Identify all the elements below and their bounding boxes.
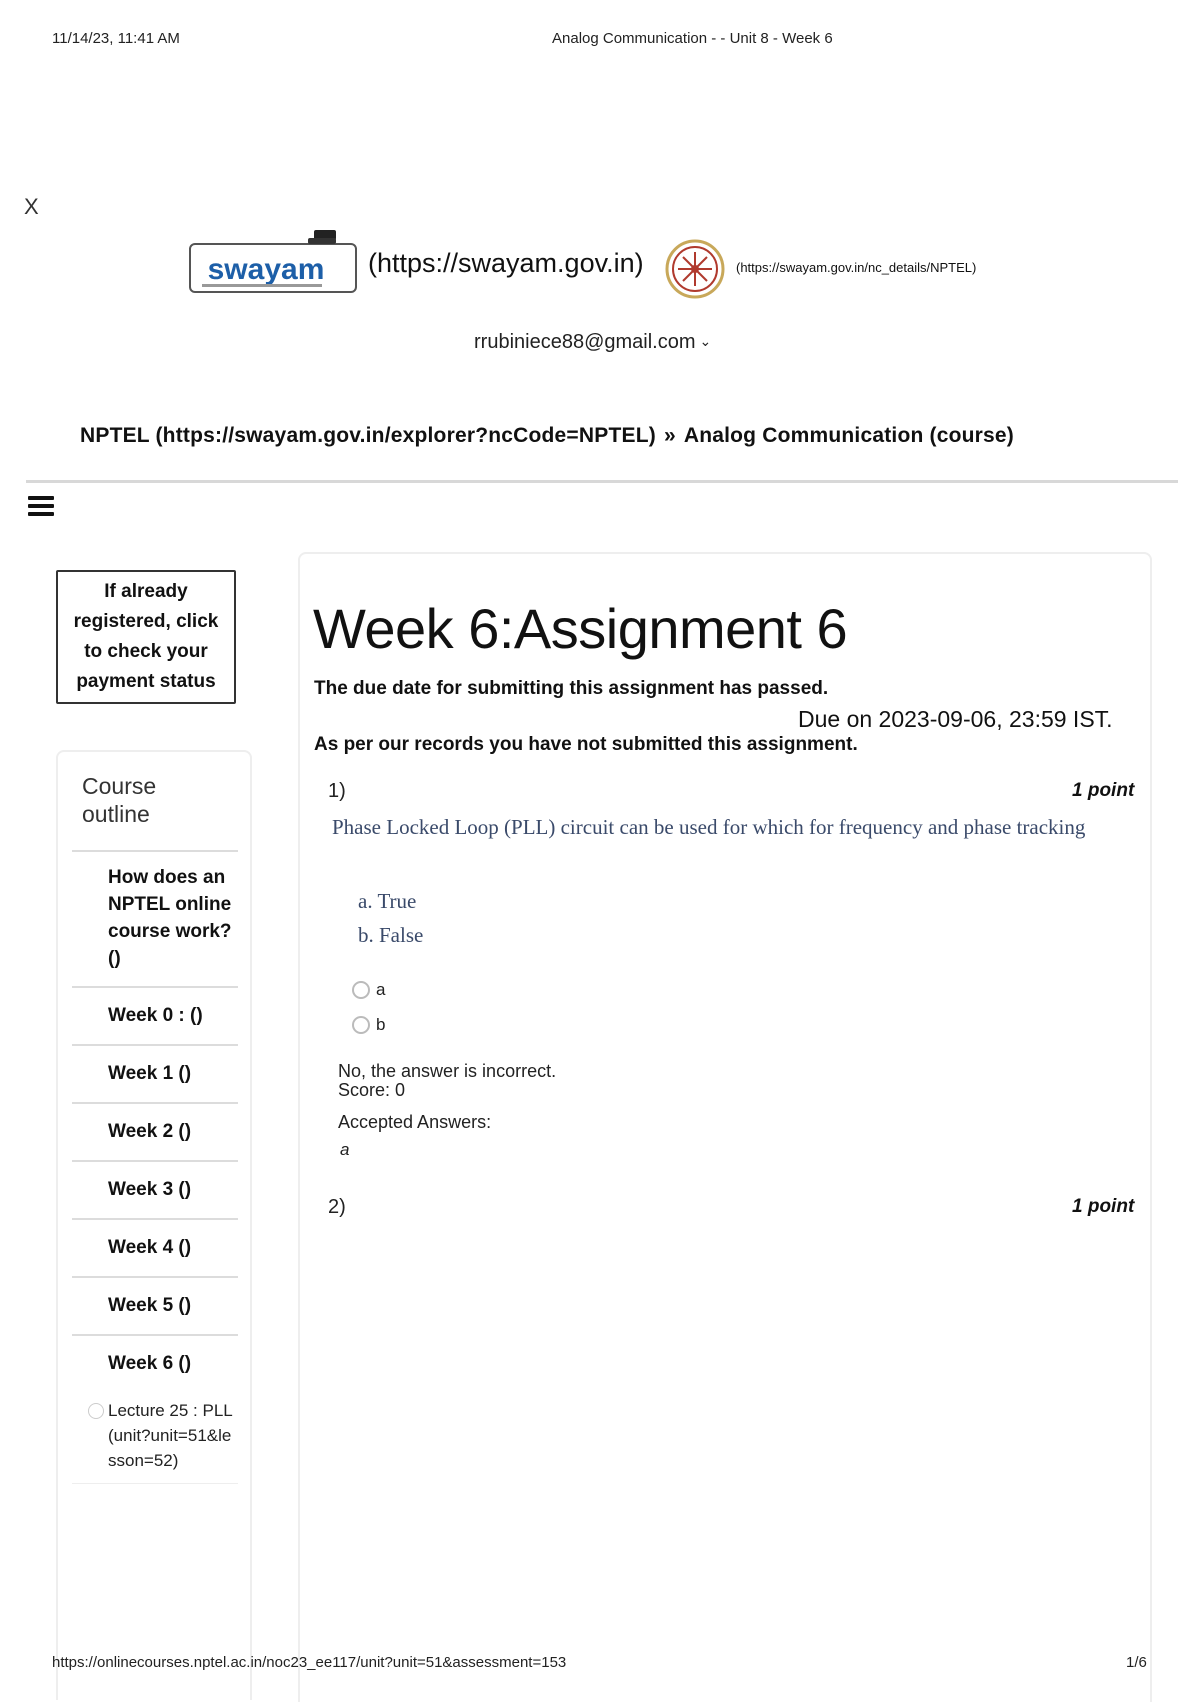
question-text: Phase Locked Loop (PLL) circuit can be u… bbox=[332, 815, 1086, 839]
svg-text:swayam: swayam bbox=[208, 253, 325, 286]
course-outline-list: How does an NPTEL online course work? ()… bbox=[72, 850, 238, 1484]
outline-item-week-2[interactable]: Week 2 () bbox=[72, 1102, 238, 1160]
radio-label: a bbox=[376, 980, 386, 999]
question-number: 2) bbox=[328, 1196, 346, 1218]
due-passed-notice: The due date for submitting this assignm… bbox=[314, 678, 829, 699]
question-points: 1 point bbox=[1072, 780, 1135, 801]
radio-label: b bbox=[376, 1015, 386, 1034]
header-divider bbox=[26, 480, 1178, 483]
radio-button[interactable] bbox=[352, 981, 370, 999]
nptel-link[interactable]: (https://swayam.gov.in/nc_details/NPTEL) bbox=[736, 260, 976, 275]
question-points: 1 point bbox=[1072, 1196, 1135, 1217]
answer-feedback: No, the answer is incorrect. Score: 0 bbox=[338, 1062, 556, 1100]
close-button[interactable]: X bbox=[24, 194, 39, 220]
breadcrumb-nptel-link[interactable]: NPTEL (https://swayam.gov.in/explorer?nc… bbox=[80, 424, 656, 447]
user-email: rrubiniece88@gmail.com bbox=[474, 331, 696, 353]
print-page-number: 1/6 bbox=[1126, 1654, 1147, 1671]
page-title: Week 6:Assignment 6 bbox=[313, 597, 848, 660]
breadcrumb-course: Analog Communication (course) bbox=[683, 424, 1014, 447]
outline-item-week-6[interactable]: Week 6 () bbox=[72, 1334, 238, 1392]
swayam-link[interactable]: (https://swayam.gov.in) bbox=[368, 248, 644, 279]
print-page-title: Analog Communication - - Unit 8 - Week 6 bbox=[552, 30, 833, 47]
question-number: 1) bbox=[328, 780, 346, 802]
outline-item-week-3[interactable]: Week 3 () bbox=[72, 1160, 238, 1218]
breadcrumb: NPTEL (https://swayam.gov.in/explorer?nc… bbox=[80, 424, 1014, 448]
user-account-menu[interactable]: rrubiniece88@gmail.com ⌄ bbox=[474, 331, 711, 354]
answer-option-a[interactable]: a bbox=[352, 980, 385, 1000]
print-footer-url: https://onlinecourses.nptel.ac.in/noc23_… bbox=[52, 1654, 567, 1671]
nptel-logo[interactable] bbox=[664, 238, 726, 300]
accepted-answers-label: Accepted Answers: bbox=[338, 1112, 492, 1132]
radio-button[interactable] bbox=[352, 1016, 370, 1034]
score-text: Score: 0 bbox=[338, 1080, 406, 1100]
option-text-a: a. True bbox=[358, 889, 417, 913]
lecture-label: Lecture 25 : PLL (unit?unit=51&lesson=52… bbox=[108, 1401, 233, 1470]
chevron-down-icon: ⌄ bbox=[699, 333, 712, 349]
outline-item-week-4[interactable]: Week 4 () bbox=[72, 1218, 238, 1276]
answer-option-b[interactable]: b bbox=[352, 1015, 385, 1035]
not-submitted-notice: As per our records you have not submitte… bbox=[314, 734, 858, 755]
breadcrumb-separator: » bbox=[663, 424, 676, 447]
hamburger-menu-icon[interactable] bbox=[28, 496, 54, 518]
lecture-item-25[interactable]: Lecture 25 : PLL (unit?unit=51&lesson=52… bbox=[72, 1392, 238, 1484]
outline-item-week-0[interactable]: Week 0 : () bbox=[72, 986, 238, 1044]
print-datetime: 11/14/23, 11:41 AM bbox=[52, 30, 180, 47]
course-outline-title: Course outline bbox=[82, 773, 157, 827]
accepted-answer-value: a bbox=[340, 1140, 350, 1159]
outline-item-week-5[interactable]: Week 5 () bbox=[72, 1276, 238, 1334]
lecture-status-circle-icon bbox=[88, 1403, 104, 1419]
outline-item-how-it-works[interactable]: How does an NPTEL online course work? () bbox=[72, 850, 238, 986]
payment-status-button[interactable]: If already registered, click to check yo… bbox=[56, 570, 236, 704]
due-date: Due on 2023-09-06, 23:59 IST. bbox=[798, 706, 1113, 732]
outline-item-week-1[interactable]: Week 1 () bbox=[72, 1044, 238, 1102]
feedback-message: No, the answer is incorrect. bbox=[338, 1061, 557, 1081]
swayam-logo[interactable]: swayam bbox=[188, 230, 358, 298]
option-text-b: b. False bbox=[358, 923, 424, 947]
